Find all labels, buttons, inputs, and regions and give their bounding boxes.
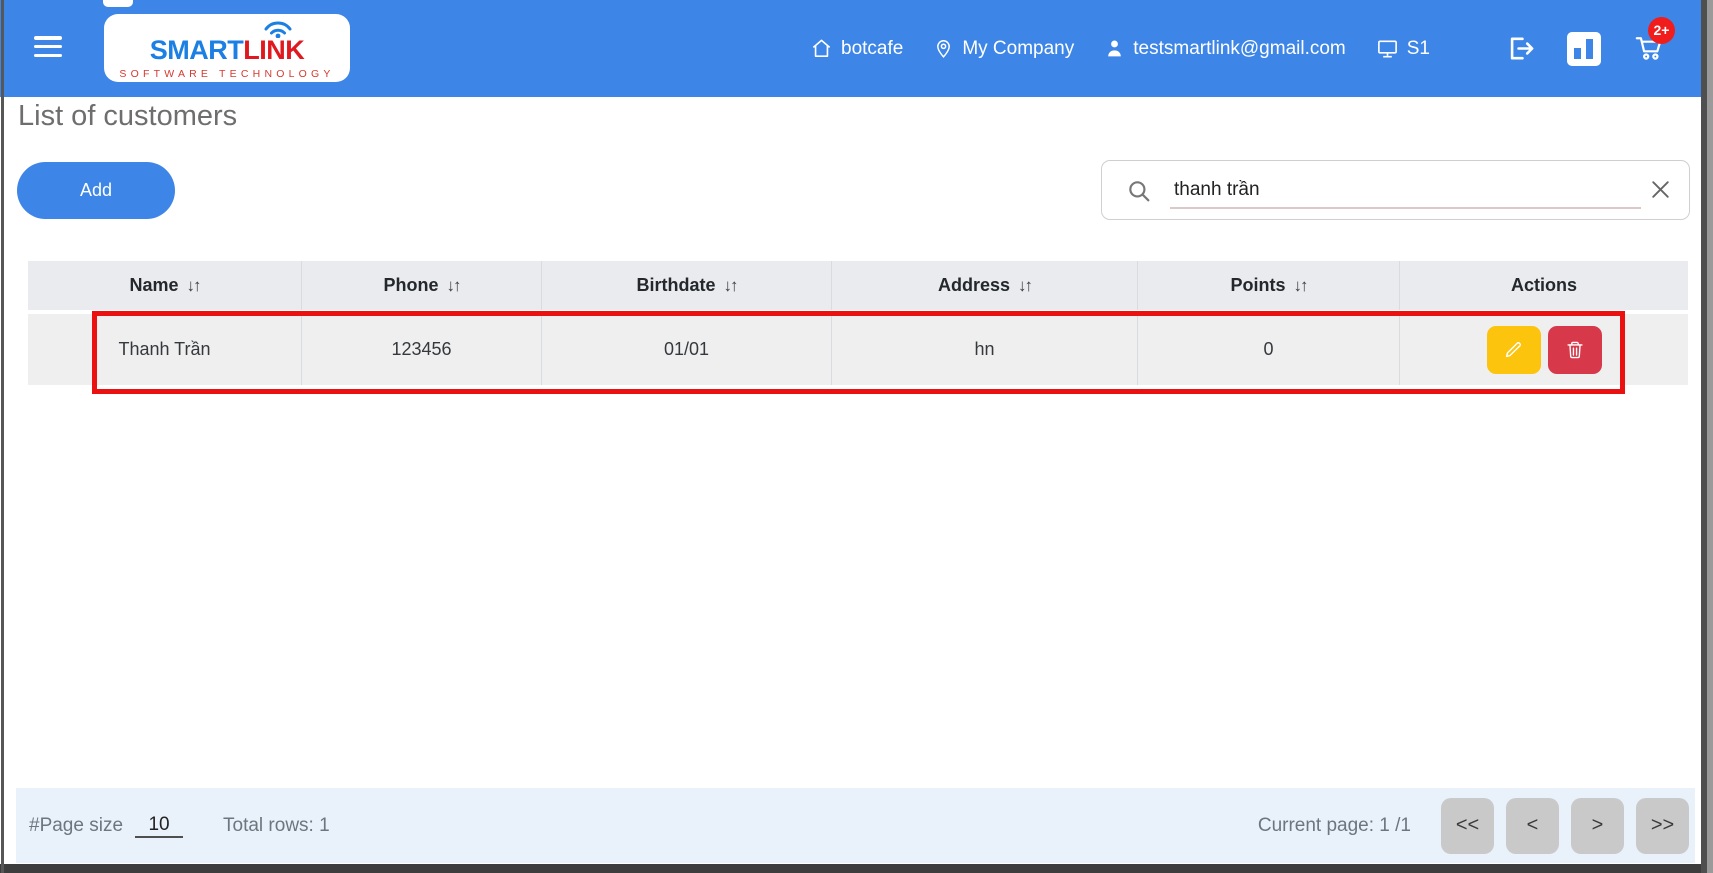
column-header-phone[interactable]: Phone ↓↑ [302,261,542,310]
sort-icon[interactable]: ↓↑ [1294,276,1309,296]
column-header-address[interactable]: Address ↓↑ [832,261,1138,310]
customers-table: Name ↓↑ Phone ↓↑ Birthdate ↓↑ Address ↓↑ Poi… [28,261,1688,385]
sort-icon[interactable]: ↓↑ [447,276,462,296]
nav-account[interactable]: testsmartlink@gmail.com [1104,38,1346,60]
search-input[interactable] [1174,170,1629,210]
pagination: Current page: 1 /1 << < > >> [1257,797,1689,854]
close-icon [1652,181,1669,198]
logout-button[interactable] [1505,33,1536,64]
window-border-bottom [0,864,1713,873]
user-icon [1108,40,1122,57]
hamburger-menu-icon[interactable] [34,36,62,57]
cell-points: 0 [1138,314,1400,385]
sort-icon[interactable]: ↓↑ [187,276,202,296]
nav-company-label: My Company [962,37,1075,59]
first-page-button[interactable]: << [1441,797,1494,854]
cart-count-badge: 2+ [1648,16,1675,44]
column-header-birthdate[interactable]: Birthdate ↓↑ [542,261,832,310]
brand-tagline: SOFTWARE TECHNOLOGY [119,68,335,80]
prev-page-button[interactable]: < [1506,797,1559,854]
window-border-right-outer [1707,0,1713,873]
clear-search-button[interactable] [1648,177,1673,205]
last-page-button[interactable]: >> [1636,797,1689,854]
location-pin-icon [937,40,951,58]
column-header-name[interactable]: Name ↓↑ [28,261,302,310]
pencil-icon [1505,342,1522,358]
cell-name: Thanh Trần [28,314,302,385]
cell-phone: 123456 [302,314,542,385]
brand-name: SMARTLINK [149,35,305,65]
page-size-label: #Page size [29,814,124,836]
search-underline [1170,207,1641,209]
next-page-button[interactable]: > [1571,797,1624,854]
nav-station-label: S1 [1406,37,1430,59]
current-page-label: Current page: 1 /1 [1257,814,1411,836]
delete-button[interactable] [1547,325,1602,374]
sort-icon[interactable]: ↓↑ [1018,276,1033,296]
search-icon [1129,181,1150,202]
wifi-icon [264,21,292,38]
edit-button[interactable] [1486,325,1541,374]
column-header-points[interactable]: Points ↓↑ [1138,261,1400,310]
add-customer-button[interactable]: Add [17,162,175,219]
bar-chart-icon [1567,31,1601,66]
cell-birthdate: 01/01 [542,314,832,385]
nav-account-label: testsmartlink@gmail.com [1133,37,1346,59]
table-footer: #Page size Total rows: 1 Current page: 1… [16,788,1695,863]
page-size-input[interactable] [135,813,184,838]
app-header: SMARTLINK SOFTWARE TECHNOLOGY botcafe My… [0,0,1713,97]
monitor-icon [1377,40,1397,58]
nav-company[interactable]: My Company [933,38,1074,60]
cell-address: hn [832,314,1138,385]
table-row[interactable]: Thanh Trần 123456 01/01 hn 0 [28,314,1688,385]
nav-station[interactable]: S1 [1376,37,1430,60]
page-title: List of customers [18,100,238,132]
sort-icon[interactable]: ↓↑ [724,276,739,296]
column-header-actions: Actions [1510,275,1577,295]
header-actions: 2+ [1505,0,1675,97]
nav-site[interactable]: botcafe [810,37,903,60]
logout-icon [1510,37,1534,60]
home-icon [812,39,831,57]
top-notch [103,0,133,7]
window-border-left [1,0,4,873]
window-border-right [1701,0,1707,873]
header-nav: botcafe My Company testsmartlink@gmail.c… [810,0,1430,97]
cart-button[interactable]: 2+ [1632,16,1675,68]
total-rows-label: Total rows: 1 [223,814,330,836]
nav-site-label: botcafe [841,37,904,59]
search-box [1101,160,1690,220]
reports-button[interactable] [1567,31,1601,66]
cell-actions [1400,314,1688,385]
trash-icon [1566,341,1583,358]
brand-logo[interactable]: SMARTLINK SOFTWARE TECHNOLOGY [104,14,350,82]
app-window: SMARTLINK SOFTWARE TECHNOLOGY botcafe My… [0,0,1713,873]
table-header-row: Name ↓↑ Phone ↓↑ Birthdate ↓↑ Address ↓↑ Poi… [28,261,1688,310]
